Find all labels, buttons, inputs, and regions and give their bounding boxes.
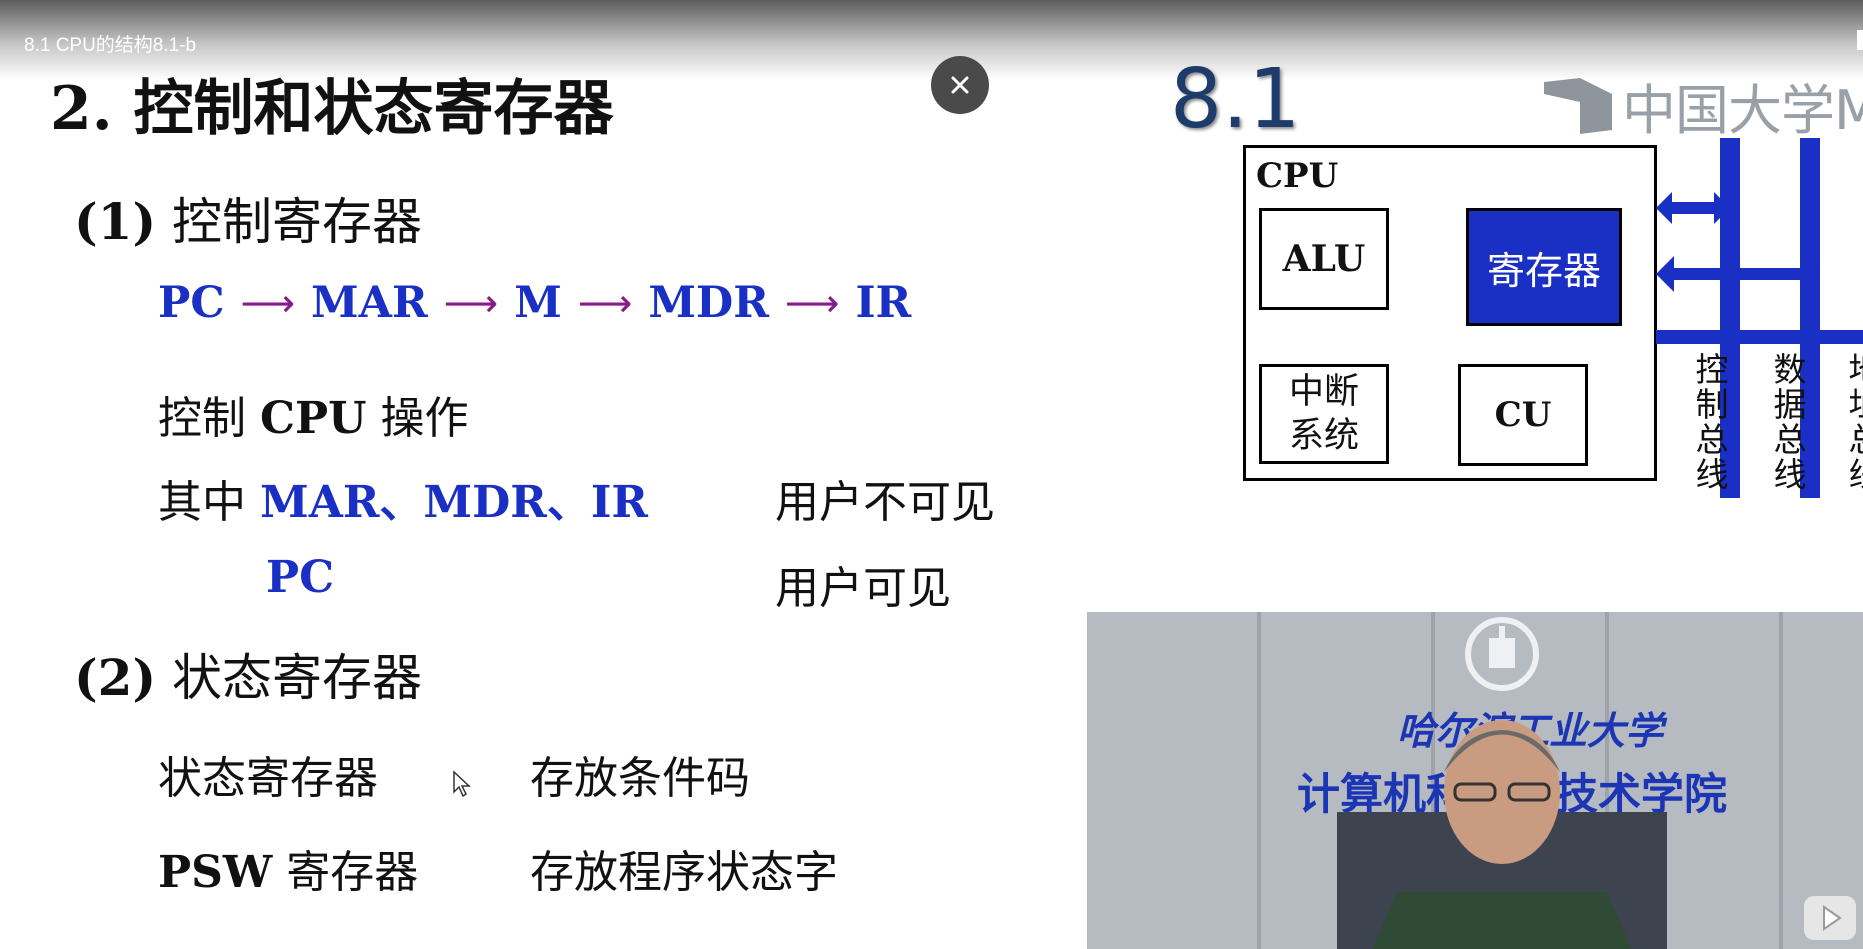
psw-register-desc: 存放程序状态字 [530,847,838,898]
corner-icon [1857,30,1863,50]
psw-bold: PSW [158,847,273,898]
mouse-cursor-icon [453,770,471,798]
data-bus-label: 数据总线 [1768,352,1807,492]
section1-label: 控制寄存器 [172,193,423,251]
among-line: 其中 MAR、MDR、IR [158,466,648,530]
register-box: 寄存器 [1466,208,1622,326]
flow-ir: IR [855,278,912,328]
control-pre: 控制 [158,393,260,444]
register-flow: PC ⟶ MAR ⟶ M ⟶ MDR ⟶ IR [158,278,911,328]
address-bus-label: 地址总线 [1843,352,1863,492]
control-cpu: CPU [260,393,367,444]
cpu-box: CPU ALU 寄存器 中断 系统 CU [1243,145,1657,481]
right-arrow-icon: ⟶ [784,281,840,325]
control-post: 操作 [366,393,469,444]
section1-number: (1) [74,192,157,251]
video-title: 8.1 CPU的结构8.1-b [24,35,197,56]
play-icon[interactable] [1800,890,1860,945]
slide-heading: 2. 控制和状态寄存器 [50,74,614,144]
interrupt-system-box: 中断 系统 [1259,364,1389,464]
address-bus-connector [1656,330,1863,344]
control-cpu-line: 控制 CPU 操作 [158,382,468,446]
pc-label: PC [266,552,335,603]
section2-number: (2) [74,648,157,707]
status-register-desc: 存放条件码 [530,753,750,804]
right-arrow-icon: ⟶ [577,281,633,325]
cpu-label: CPU [1256,156,1339,196]
flow-mar: MAR [311,278,428,328]
status-register-text: 状态寄存器 [158,753,378,804]
among-prefix: 其中 [158,477,260,528]
cu-box: CU [1458,364,1588,466]
flow-pc: PC [158,278,225,328]
section-status-registers: (2) 状态寄存器 [74,638,422,710]
interrupt-line2: 系统 [1288,416,1359,456]
mooc-logo: 中国大学MO [1540,66,1863,145]
psw-rest: 寄存器 [272,847,419,898]
section2-label: 状态寄存器 [172,649,423,707]
interrupt-line1: 中断 [1288,372,1359,412]
close-button[interactable] [931,56,989,114]
mooc-logo-icon [1544,77,1612,134]
user-visible-text: 用户可见 [775,563,951,614]
right-arrow-icon: ⟶ [240,281,296,325]
presenter-video[interactable]: 哈尔滨工业大学 计算机科学与技术学院 [1087,612,1863,949]
mooc-logo-text: 中国大学MO [1622,79,1863,142]
flow-mdr: MDR [648,278,769,328]
section-control-registers: (1) 控制寄存器 [74,182,422,254]
section-number: 8.1 [1170,52,1301,147]
user-invisible-text: 用户不可见 [775,477,995,528]
psw-register-line: PSW 寄存器 [158,836,418,900]
right-arrow-icon: ⟶ [443,281,499,325]
university-emblem-icon [1465,617,1539,691]
flow-m: M [514,278,562,328]
alu-box: ALU [1259,208,1389,310]
bus-arrows-icon [1656,192,1820,292]
close-icon [951,76,969,94]
control-bus-label: 控制总线 [1690,352,1729,492]
among-registers: MAR、MDR、IR [260,477,648,528]
presenter-figure [1337,720,1667,949]
